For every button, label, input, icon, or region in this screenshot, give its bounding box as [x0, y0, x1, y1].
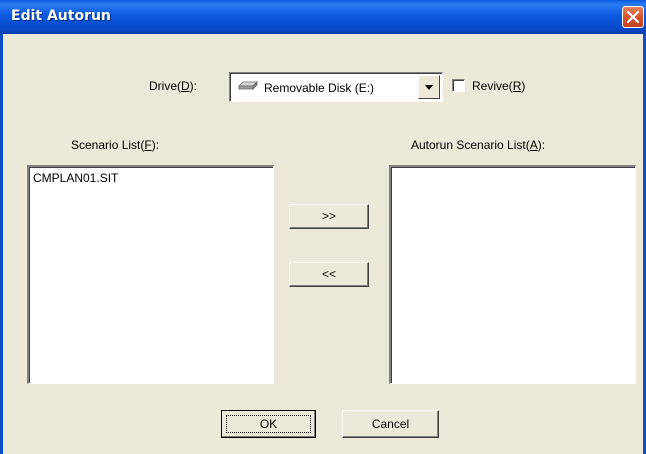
drive-dropdown-button[interactable] — [418, 75, 440, 99]
drive-combobox[interactable]: Removable Disk (E:) — [229, 72, 443, 102]
close-button[interactable] — [622, 6, 644, 28]
revive-label-prefix: Revive( — [472, 79, 513, 93]
scenario-list-label-accesskey: F — [144, 138, 152, 152]
remove-from-autorun-button[interactable]: << — [289, 262, 369, 287]
focus-rectangle — [226, 415, 311, 433]
window-title: Edit Autorun — [11, 8, 111, 24]
cancel-button-label: Cancel — [371, 417, 410, 431]
drive-selected-value: Removable Disk (E:) — [264, 81, 375, 95]
autorun-listbox[interactable] — [389, 165, 636, 384]
autorun-list-label: Autorun Scenario List(A): — [411, 138, 545, 152]
title-bar: Edit Autorun — [0, 0, 646, 34]
remove-button-label: << — [321, 267, 336, 281]
cancel-button[interactable]: Cancel — [342, 410, 439, 438]
autorun-list-label-prefix: Autorun Scenario List( — [411, 138, 530, 152]
window-frame-left — [0, 34, 3, 454]
drive-label-suffix: ): — [189, 79, 198, 93]
add-to-autorun-button[interactable]: >> — [289, 204, 369, 229]
scenario-list-label: Scenario List(F): — [71, 138, 159, 152]
add-button-label: >> — [321, 209, 336, 223]
chevron-down-icon — [425, 85, 433, 90]
removable-disk-icon — [238, 81, 258, 90]
revive-label-suffix: ) — [521, 79, 526, 93]
revive-checkbox[interactable] — [452, 79, 465, 92]
autorun-list-label-accesskey: A — [529, 138, 538, 152]
list-item[interactable]: CMPLAN01.SIT — [29, 167, 273, 185]
revive-label[interactable]: Revive(R) — [472, 79, 525, 93]
autorun-list-label-suffix: ): — [537, 138, 546, 152]
drive-label: Drive(D): — [149, 79, 197, 93]
scenario-list-label-suffix: ): — [151, 138, 160, 152]
close-icon — [626, 10, 640, 24]
scenario-list-label-prefix: Scenario List( — [71, 138, 145, 152]
ok-button[interactable]: OK — [221, 410, 316, 438]
drive-label-prefix: Drive( — [149, 79, 181, 93]
scenario-listbox[interactable]: CMPLAN01.SIT — [27, 165, 274, 384]
drive-label-accesskey: D — [181, 79, 190, 93]
